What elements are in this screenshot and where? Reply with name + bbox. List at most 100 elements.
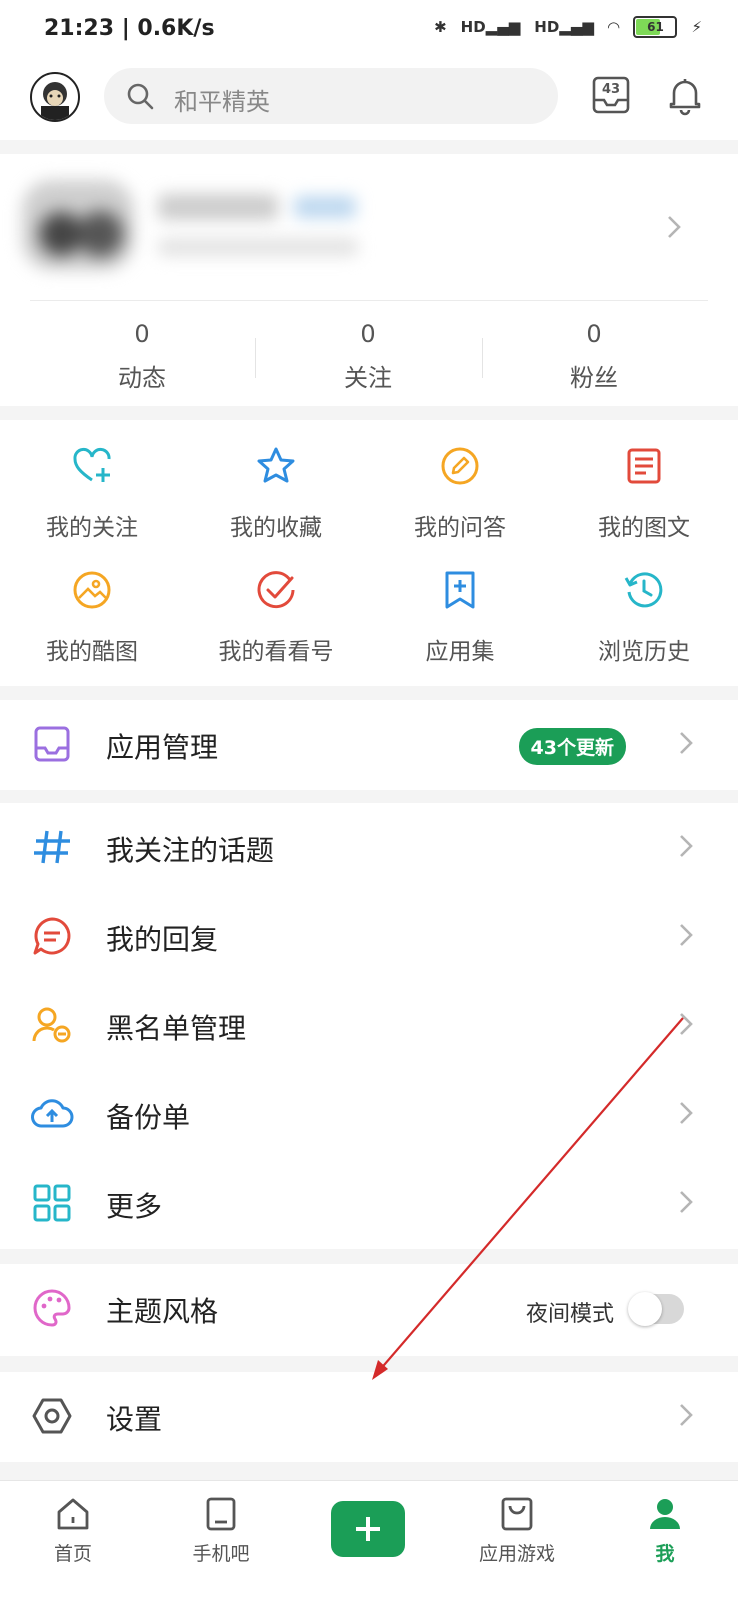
history-icon xyxy=(624,572,663,608)
stat-posts-label: 动态 xyxy=(118,364,166,392)
stat-divider xyxy=(482,338,483,378)
menu-replies[interactable]: 我的回复 xyxy=(0,892,738,982)
star-icon xyxy=(257,447,295,483)
stat-divider xyxy=(255,338,256,378)
night-mode-label: 夜间模式 xyxy=(525,1302,614,1327)
menu-settings[interactable]: 设置 xyxy=(0,1372,738,1462)
quick-label: 我的问答 xyxy=(414,515,506,541)
night-mode-toggle[interactable] xyxy=(628,1292,684,1326)
bookmark-plus-icon xyxy=(445,571,475,609)
nav-label: 我 xyxy=(655,1543,675,1565)
profile-header[interactable] xyxy=(0,154,738,300)
top-bar: 和平精英 43 xyxy=(0,62,738,140)
phone-icon xyxy=(206,1497,236,1531)
quick-app-sets[interactable]: 应用集 xyxy=(368,568,552,666)
quick-label: 浏览历史 xyxy=(598,639,690,665)
document-icon xyxy=(627,448,661,484)
plus-icon xyxy=(356,1517,380,1541)
profile-subtitle xyxy=(158,238,358,256)
quick-my-qa[interactable]: 我的问答 xyxy=(368,444,552,542)
menu-blacklist[interactable]: 黑名单管理 xyxy=(0,981,738,1071)
search-input[interactable]: 和平精英 xyxy=(174,82,270,117)
chevron-right-icon xyxy=(680,1102,693,1124)
user-icon xyxy=(650,1499,680,1529)
menu-label: 我的回复 xyxy=(106,923,219,956)
bottom-nav: 首页 手机吧 应用游戏 我 xyxy=(0,1480,738,1601)
grid-icon xyxy=(33,1184,71,1222)
avatar[interactable] xyxy=(30,72,80,122)
status-icons: ✱ HD▂▄▆ HD▂▄▆ ◠ 61 ⚡ xyxy=(434,16,702,38)
stat-fans-label: 粉丝 xyxy=(570,364,618,392)
chevron-right-icon xyxy=(680,1191,693,1213)
status-bar: 21:23 | 0.6K/s ✱ HD▂▄▆ HD▂▄▆ ◠ 61 ⚡ xyxy=(0,0,738,62)
nav-label: 首页 xyxy=(53,1543,92,1565)
stat-posts-value: 0 xyxy=(134,320,150,348)
menu-label: 我关注的话题 xyxy=(106,834,275,867)
hashtag-icon xyxy=(34,830,70,864)
nav-home[interactable]: 首页 xyxy=(13,1495,133,1566)
menu-backup[interactable]: 备份单 xyxy=(0,1070,738,1160)
image-icon xyxy=(73,571,111,609)
pencil-icon xyxy=(441,447,479,485)
quick-my-images[interactable]: 我的酷图 xyxy=(0,568,184,666)
home-icon xyxy=(57,1498,89,1530)
stat-following[interactable]: 0 关注 xyxy=(288,320,448,393)
menu-label: 主题风格 xyxy=(106,1295,219,1328)
stat-fans[interactable]: 0 粉丝 xyxy=(514,320,674,393)
quick-my-articles[interactable]: 我的图文 xyxy=(552,444,736,542)
quick-my-favorites[interactable]: 我的收藏 xyxy=(184,444,368,542)
user-block-icon xyxy=(32,1007,71,1043)
stat-fans-value: 0 xyxy=(586,320,602,348)
menu-label: 备份单 xyxy=(106,1101,191,1134)
quick-label: 我的收藏 xyxy=(230,515,322,541)
charging-icon: ⚡ xyxy=(691,18,702,36)
stat-posts[interactable]: 0 动态 xyxy=(62,320,222,393)
chevron-right-icon xyxy=(680,1013,693,1035)
notification-button[interactable] xyxy=(662,72,708,118)
settings-icon xyxy=(32,1398,72,1434)
heart-plus-icon xyxy=(73,448,111,482)
signal-icon-2: HD▂▄▆ xyxy=(534,18,594,36)
quick-actions: 我的关注 我的收藏 我的问答 我的图文 我的酷图 我的看看号 应用集 浏览历史 xyxy=(0,420,738,686)
chevron-right-icon xyxy=(680,732,693,754)
battery-icon: 61 xyxy=(633,16,678,38)
chevron-right-icon xyxy=(668,216,681,238)
menu-label: 更多 xyxy=(106,1190,163,1223)
chat-bubble-icon xyxy=(33,917,71,955)
update-badge: 43个更新 xyxy=(518,728,626,765)
search-bar[interactable]: 和平精英 xyxy=(104,68,558,124)
bell-icon xyxy=(669,79,701,116)
palette-icon xyxy=(33,1289,71,1327)
tray-icon xyxy=(34,726,70,762)
menu-label: 设置 xyxy=(106,1403,163,1436)
wifi-icon: ◠ xyxy=(607,18,620,36)
status-time: 21:23 | 0.6K/s xyxy=(44,16,215,41)
quick-my-kankan[interactable]: 我的看看号 xyxy=(184,568,368,666)
quick-label: 应用集 xyxy=(425,639,495,665)
profile-name xyxy=(158,194,278,220)
menu-theme[interactable]: 主题风格 夜间模式 xyxy=(0,1264,738,1356)
search-icon xyxy=(127,83,154,110)
signal-icon: HD▂▄▆ xyxy=(460,18,521,36)
quick-my-follow[interactable]: 我的关注 xyxy=(0,444,184,542)
profile-level xyxy=(294,196,356,218)
inbox-count: 43 xyxy=(601,82,621,97)
nav-me[interactable]: 我 xyxy=(605,1495,725,1566)
nav-phone-bar[interactable]: 手机吧 xyxy=(161,1495,281,1566)
quick-label: 我的看看号 xyxy=(218,639,334,665)
menu-app-manage[interactable]: 应用管理 43个更新 xyxy=(0,700,738,790)
stat-following-label: 关注 xyxy=(344,364,392,392)
chevron-right-icon xyxy=(680,835,693,857)
nav-label: 应用游戏 xyxy=(478,1543,555,1565)
nav-apps-games[interactable]: 应用游戏 xyxy=(457,1495,577,1566)
menu-topics[interactable]: 我关注的话题 xyxy=(0,803,738,893)
check-circle-icon xyxy=(257,571,295,609)
profile-divider xyxy=(30,300,708,301)
menu-more[interactable]: 更多 xyxy=(0,1159,738,1249)
quick-history[interactable]: 浏览历史 xyxy=(552,568,736,666)
inbox-button[interactable]: 43 xyxy=(588,72,634,118)
toggle-knob xyxy=(628,1292,662,1326)
menu-label: 黑名单管理 xyxy=(106,1012,247,1045)
post-button[interactable] xyxy=(331,1501,405,1557)
profile-avatar xyxy=(22,180,134,270)
